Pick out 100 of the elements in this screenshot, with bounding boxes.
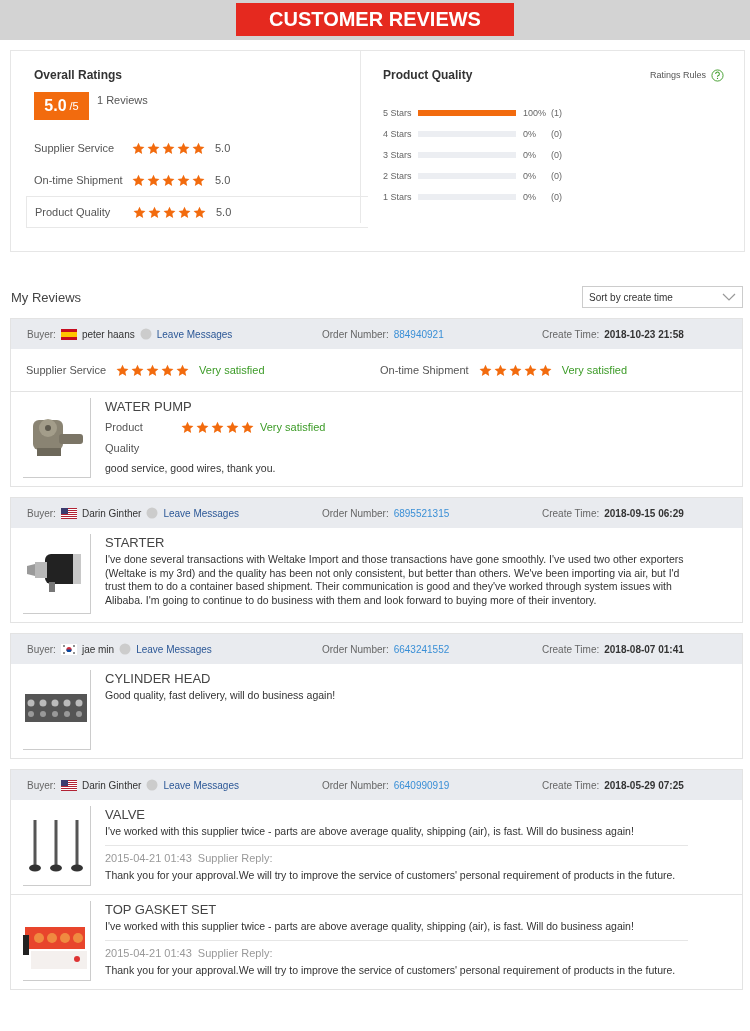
chat-icon[interactable]	[146, 507, 159, 519]
star-icon	[177, 141, 190, 155]
rating-label: Supplier Service	[26, 364, 107, 376]
product-name: STARTER	[105, 535, 166, 550]
star-icon	[241, 421, 254, 434]
reply-label: Supplier Reply:	[197, 851, 273, 864]
section-title: Overall Ratings	[33, 68, 124, 82]
help-icon	[711, 68, 724, 82]
star-icon	[196, 421, 209, 434]
section-title: My Reviews	[11, 289, 82, 305]
review-text: I've worked with this supplier twice - parts are above average quality, shipping (air), is fast. Will do business again!	[105, 825, 635, 839]
count-text: (0)	[551, 128, 562, 139]
star-icon	[131, 363, 145, 377]
review-text: I've worked with this supplier twice - parts are above average quality, shipping (air), is fast. Will do business again!	[105, 920, 635, 934]
star-icon	[181, 421, 194, 434]
star-icon	[162, 141, 175, 155]
percent-text: 0%	[523, 191, 537, 202]
review-text: Good quality, fast delivery, will do business again!	[105, 689, 337, 703]
star-icon	[147, 141, 160, 155]
star-icon	[132, 173, 145, 187]
score-badge: 5.0 /5	[34, 92, 89, 120]
rating-label: Product Quality	[105, 420, 144, 456]
percent-text: 0%	[523, 170, 537, 181]
reply-text: Thank you for your approval.We will try to improve the service of customers' personal requirement of products in the future.	[105, 868, 677, 881]
order-label: Order Number:	[322, 643, 389, 655]
chat-icon[interactable]	[119, 643, 132, 655]
star-icon	[192, 141, 205, 155]
percent-text: 100%	[523, 107, 548, 118]
buyer-label: Buyer:	[27, 779, 56, 791]
count-text: (0)	[551, 149, 562, 160]
time-label: Create Time:	[542, 507, 600, 519]
reply-date: 2015-04-21 01:43	[105, 946, 192, 959]
product-name: TOP GASKET SET	[105, 902, 218, 917]
star-icon	[161, 363, 175, 377]
rating-label: On-time Shipment	[34, 174, 124, 186]
buyer-name: peter haans	[81, 328, 135, 340]
buyer-name: jae min	[81, 643, 115, 655]
star-icon	[523, 363, 537, 377]
leave-messages-link[interactable]: Leave Messages	[163, 507, 239, 519]
review-count: 1 Reviews	[97, 93, 148, 106]
reply-date: 2015-04-21 01:43	[105, 851, 192, 864]
chevron-down-icon	[722, 293, 736, 301]
star-icon	[192, 173, 205, 187]
leave-messages-link[interactable]: Leave Messages	[136, 643, 212, 655]
star-level-label: 3 Stars	[383, 149, 413, 160]
star-icon	[132, 141, 145, 155]
ratings-rules-link[interactable]: Ratings Rules	[649, 68, 724, 82]
order-label: Order Number:	[322, 507, 389, 519]
buyer-label: Buyer:	[27, 507, 56, 519]
create-time: 2018-09-15 06:29	[604, 507, 684, 519]
order-label: Order Number:	[322, 779, 389, 791]
review-text: I've done several transactions with Weltake Import and those transactions have gone smoothly. I've used two other exporters (Weltake is my 3rd) and the quality has been not only consistent, but better than others. We've been importing via air, but I'd trust them to do a container based shipment. Their communication is good and they've worked through system issues with Alibaba. I'm going to continue to do business with them and look forward to buying more of their inventory.	[105, 553, 685, 607]
chat-icon[interactable]	[139, 328, 152, 340]
leave-messages-link[interactable]: Leave Messages	[156, 328, 233, 340]
star-level-label: 4 Stars	[383, 128, 413, 139]
star-icon	[176, 363, 190, 377]
reply-text: Thank you for your approval.We will try to improve the service of customers' personal requirement of products in the future.	[105, 963, 677, 976]
rating-row[interactable]: On-time Shipment 5.0	[26, 164, 360, 196]
flag-icon	[60, 779, 77, 791]
star-icon	[226, 421, 239, 434]
star-icon	[177, 173, 190, 187]
rating-label: On-time Shipment	[380, 364, 469, 376]
count-text: (1)	[551, 107, 562, 118]
time-label: Create Time:	[542, 328, 600, 340]
buyer-label: Buyer:	[27, 643, 56, 655]
chat-icon[interactable]	[146, 779, 159, 791]
create-time: 2018-08-07 01:41	[604, 643, 684, 655]
rating-value: 5.0	[215, 174, 231, 186]
rating-row[interactable]: Product Quality 5.0	[26, 196, 368, 228]
star-icon	[493, 363, 507, 377]
buyer-name: Darin Ginther	[81, 507, 142, 519]
star-level-label: 1 Stars	[383, 191, 413, 202]
rating-label: Supplier Service	[34, 142, 116, 154]
rating-verdict: Very satisfied	[260, 421, 326, 433]
product-name: CYLINDER HEAD	[105, 671, 212, 686]
time-label: Create Time:	[542, 779, 600, 791]
buyer-label: Buyer:	[27, 328, 56, 340]
reply-label: Supplier Reply:	[197, 946, 273, 959]
star-level-label: 5 Stars	[383, 107, 413, 118]
rating-label: Product Quality	[35, 206, 112, 218]
star-icon	[133, 205, 146, 219]
star-icon	[147, 173, 160, 187]
review-text: good service, good wires, thank you.	[105, 462, 277, 476]
star-icon	[178, 205, 191, 219]
time-label: Create Time:	[542, 643, 600, 655]
star-icon	[508, 363, 522, 377]
rating-verdict: Very satisfied	[561, 364, 628, 376]
flag-icon	[60, 507, 77, 519]
star-icon	[163, 205, 176, 219]
star-level-label: 2 Stars	[383, 170, 413, 181]
rating-row[interactable]: Supplier Service 5.0	[26, 132, 360, 164]
count-text: (0)	[551, 191, 562, 202]
sort-dropdown[interactable]: Sort by create time	[582, 286, 743, 308]
create-time: 2018-05-29 07:25	[604, 779, 684, 791]
page-title: CUSTOMER REVIEWS	[236, 3, 514, 36]
buyer-name: Darin Ginther	[81, 779, 142, 791]
leave-messages-link[interactable]: Leave Messages	[163, 779, 239, 791]
percent-text: 0%	[523, 128, 537, 139]
star-icon	[538, 363, 552, 377]
flag-icon	[60, 328, 77, 340]
